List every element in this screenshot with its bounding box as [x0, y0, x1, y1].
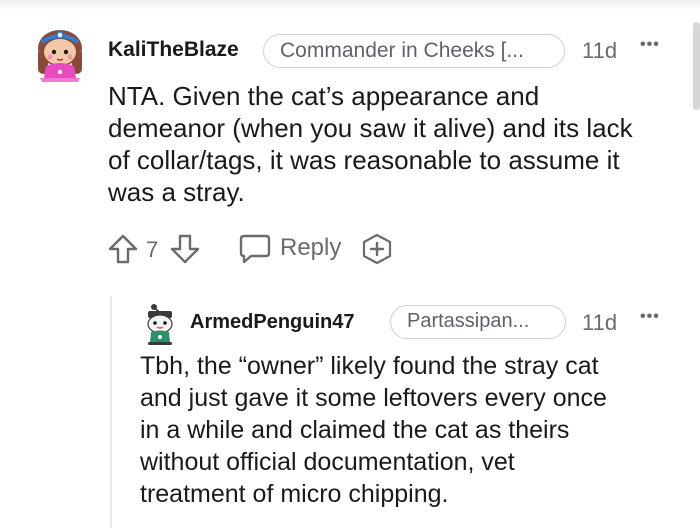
chat-bubble-icon: [239, 234, 271, 264]
downvote-arrow-icon: [170, 234, 200, 264]
comment-body: Tbh, the “owner” likely found the stray …: [140, 350, 690, 510]
comment-body-line: was a stray.: [108, 177, 245, 207]
comment-username[interactable]: KaliTheBlaze: [108, 38, 239, 62]
reply-label: Reply: [280, 234, 342, 261]
downvote-button[interactable]: [168, 232, 202, 266]
user-flair: Partassipan...: [390, 305, 566, 339]
vote-score: 7: [146, 237, 159, 262]
user-avatar[interactable]: [140, 302, 180, 346]
comment-body-line: without official documentation, vet: [140, 448, 515, 476]
comment-kalitheblaze: KaliTheBlaze Commander in Cheeks [... 11…: [0, 0, 700, 300]
user-avatar[interactable]: [30, 26, 90, 84]
comment-actions: 7 Reply: [100, 230, 420, 266]
more-options-icon[interactable]: •••: [640, 308, 660, 326]
add-award-button[interactable]: [360, 232, 394, 266]
comment-body-line: and just gave it some leftovers every on…: [140, 384, 607, 412]
comment-body-line: treatment of micro chipping.: [140, 480, 449, 508]
comment-body: NTA. Given the cat’s appearance and deme…: [108, 80, 688, 208]
reply-button[interactable]: Reply: [238, 230, 348, 266]
user-flair: Commander in Cheeks [...: [263, 34, 565, 68]
comment-username[interactable]: ArmedPenguin47: [190, 311, 354, 334]
upvote-arrow-icon: [108, 234, 138, 264]
comment-body-line: NTA. Given the cat’s appearance and: [108, 81, 540, 111]
thread-line[interactable]: [110, 296, 112, 528]
upvote-button[interactable]: [106, 232, 140, 266]
snoo-avatar-icon: [38, 30, 82, 82]
comment-timestamp: 11d: [582, 310, 618, 335]
comment-body-line: Tbh, the “owner” likely found the stray …: [140, 352, 599, 380]
comment-body-line: of collar/tags, it was reasonable to ass…: [108, 145, 620, 175]
more-options-icon[interactable]: •••: [640, 36, 660, 54]
add-award-icon: [362, 233, 392, 265]
comment-armedpenguin47: ArmedPenguin47 Partassipan... 11d ••• Tb…: [0, 296, 700, 528]
comment-body-line: in a while and claimed the cat as theirs: [140, 416, 570, 444]
snoo-avatar-icon: [147, 304, 173, 345]
comment-timestamp: 11d: [582, 38, 618, 63]
comment-body-line: demeanor (when you saw it alive) and its…: [108, 113, 633, 143]
